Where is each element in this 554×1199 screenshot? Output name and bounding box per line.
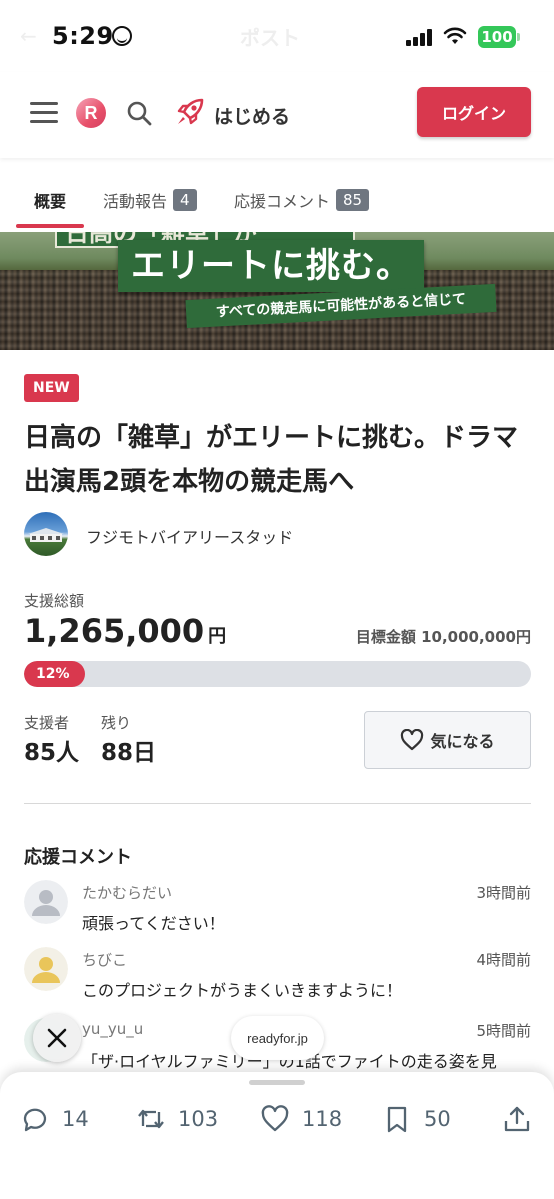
comments-title: 応援コメント [24,847,132,868]
goal-amount: 目標金額 10,000,000円 [355,628,531,646]
comment-user: ちびこ [82,951,128,969]
comment-text: このプロジェクトがうまくいきますように！ [82,981,403,1000]
new-badge: NEW [24,374,79,402]
raised-amount-unit: 円 [208,626,227,647]
link-domain-chip[interactable]: readyfor.jp [231,1016,324,1060]
comment-item[interactable]: ちびこ 4時間前 このプロジェクトがうまくいきますように！ [0,947,554,1017]
wifi-icon [443,27,467,44]
progress-fill: 12% [24,661,85,687]
comment-user: たかむらだい [82,884,173,902]
tab-overview[interactable]: 概要 [34,188,66,212]
bookmark-icon [387,1106,407,1133]
raised-amount: 1,265,000 円 [24,612,226,650]
project-title: 日高の「雑草」がエリートに挑む。ドラマ出演馬2頭を本物の競走馬へ [24,423,519,497]
progress-label: 12% [36,666,70,682]
share-icon [504,1106,530,1132]
favorite-label: 気になる [430,732,495,751]
like-count: 118 [302,1107,343,1131]
repost-count: 103 [178,1107,219,1131]
favorite-button[interactable]: 気になる [364,711,531,769]
remaining-value: 88日 [101,740,157,766]
project-banner-image: 日高の「雑草」が エリートに挑む。 すべての競走馬に可能性があると信じて [0,232,554,350]
raised-amount-value: 1,265,000 [24,612,205,650]
count-badge: 85 [336,189,370,211]
comment-time: 5時間前 [476,1022,531,1040]
raised-label: 支援総額 [24,592,85,610]
tab-label: 活動報告 [103,192,168,211]
ghost-post-title: ポスト [240,26,300,50]
readyfor-logo[interactable]: R [76,98,106,128]
like-button[interactable]: 118 [260,1104,342,1134]
reply-count: 14 [62,1107,89,1131]
remaining-label: 残り [101,714,132,732]
heart-icon [261,1105,289,1132]
project-tabs: 概要 活動報告 4 応援コメント 85 [0,172,554,230]
tab-support-comments[interactable]: 応援コメント 85 [234,188,370,212]
default-avatar [24,947,68,991]
owner-avatar[interactable] [24,512,68,556]
farm-photo-icon [28,528,64,542]
reply-button[interactable]: 14 [20,1104,89,1134]
user-silhouette-icon [24,947,68,991]
heart-icon [401,729,424,751]
banner-main-text: エリートに挑む。 [118,240,424,292]
comment-user: yu_yu_u [82,1020,144,1038]
cellular-signal-icon [406,28,434,46]
post-action-bar: 14 103 118 50 [0,1072,554,1199]
repost-icon [138,1109,164,1129]
hamburger-menu-icon[interactable] [30,100,58,124]
focus-smiley-icon [112,26,132,46]
status-time: 5:29 [52,22,114,50]
supporters-label: 支援者 [24,714,70,732]
owner-name[interactable]: フジモトバイアリースタッド [86,524,293,548]
status-bar: ← ポスト 5:29 100 [0,0,554,72]
tab-activity-reports[interactable]: 活動報告 4 [103,188,197,212]
tab-label: 概要 [34,192,67,211]
start-project-link[interactable]: はじめる [214,102,290,129]
funding-progress-bar: 12% [24,661,531,687]
app-header: R はじめる ログイン [0,72,554,158]
login-button[interactable]: ログイン [417,87,531,137]
comment-time: 3時間前 [476,884,531,902]
count-badge: 4 [173,189,197,211]
back-arrow-icon: ← [20,24,37,48]
comment-item[interactable]: たかむらだい 3時間前 頑張ってください！ [0,880,554,950]
supporters-value: 85人 [24,740,80,766]
search-icon[interactable] [126,100,152,126]
reply-bubble-icon [23,1108,47,1132]
section-divider [24,803,531,804]
sheet-handle[interactable] [249,1080,305,1085]
repost-button[interactable]: 103 [136,1104,218,1134]
default-avatar [24,880,68,924]
share-button[interactable] [502,1104,532,1134]
tab-label: 応援コメント [234,192,331,211]
comment-time: 4時間前 [476,951,531,969]
bookmark-button[interactable]: 50 [382,1104,451,1134]
rocket-icon[interactable] [174,96,206,128]
close-icon [47,1028,67,1048]
user-silhouette-icon [24,880,68,924]
close-button[interactable] [33,1014,81,1062]
battery-indicator: 100 [478,26,520,48]
bookmark-count: 50 [424,1107,451,1131]
comment-text: 頑張ってください！ [82,914,225,933]
active-tab-indicator [16,224,84,228]
